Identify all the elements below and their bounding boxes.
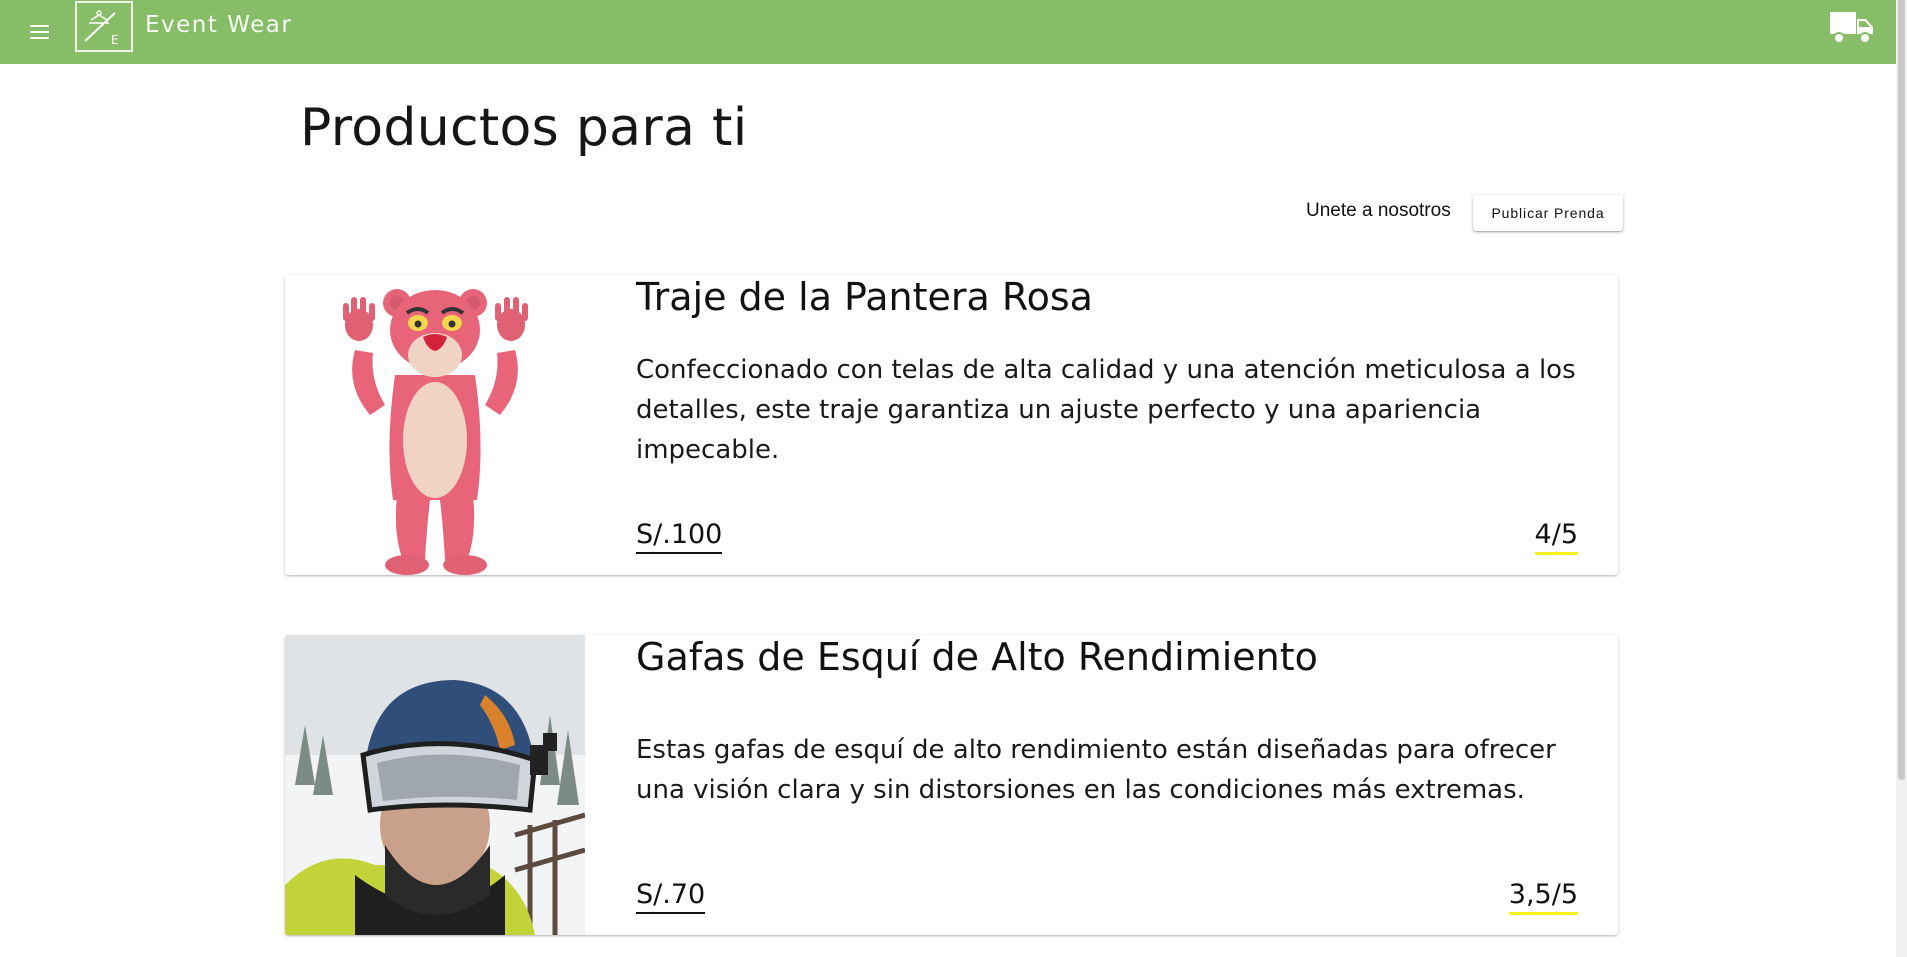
product-image-ski-goggles[interactable] [285,635,585,935]
page-title: Productos para ti [300,98,748,158]
menu-icon[interactable] [24,17,54,47]
product-rating: 3,5/5 [1508,880,1578,915]
product-card[interactable]: Traje de la Pantera Rosa Confeccionado c… [285,275,1618,575]
product-title[interactable]: Traje de la Pantera Rosa [636,275,1093,319]
app-bar: E Event Wear [0,0,1907,64]
logo-letter: E [111,33,119,47]
brand-name[interactable]: Event Wear [145,12,292,38]
publish-garment-button[interactable]: Publicar Prenda [1473,195,1623,231]
product-description: Estas gafas de esquí de alto rendimiento… [636,735,1556,805]
truck-icon[interactable] [1828,8,1876,48]
product-price: S/.70 [636,880,706,914]
product-card[interactable]: Gafas de Esquí de Alto Rendimiento Estas… [285,635,1618,935]
product-price: S/.100 [636,520,723,554]
product-description: Confeccionado con telas de alta calidad … [636,355,1576,465]
hanger-icon[interactable]: E [75,1,133,52]
join-us-text: Unete a nosotros [1306,200,1451,221]
product-image-pink-panther[interactable] [285,275,585,575]
product-title[interactable]: Gafas de Esquí de Alto Rendimiento [636,635,1318,679]
scrollbar-thumb[interactable] [1898,0,1905,780]
product-rating: 4/5 [1534,520,1578,555]
